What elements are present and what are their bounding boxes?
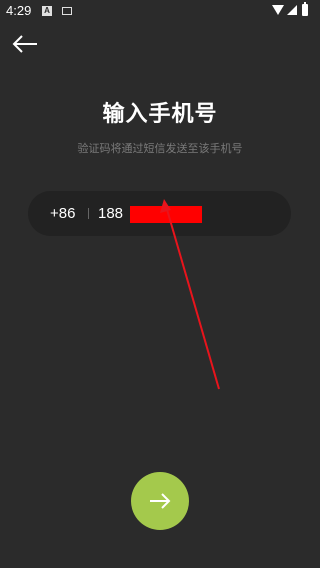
page-title: 输入手机号 [102,102,218,127]
back-button[interactable] [10,32,40,56]
wifi-icon [272,5,284,15]
arrow-right-icon [150,493,171,509]
phone-number-value[interactable]: 188 [98,205,123,222]
status-time: 4:29 [6,3,32,18]
redaction-box [130,206,202,223]
sim-card-icon [62,7,72,15]
notification-icon: A [42,6,52,16]
country-code-selector[interactable]: +86 [50,205,75,222]
next-button[interactable] [131,472,189,530]
signal-icon [287,5,297,15]
battery-icon [302,2,308,16]
phone-input-field[interactable]: +86 188 [28,191,291,236]
status-bar: 4:29 A [0,0,320,24]
field-divider [88,208,89,219]
arrow-left-icon [12,35,37,53]
page-subtitle: 验证码将通过短信发送至该手机号 [77,142,243,155]
